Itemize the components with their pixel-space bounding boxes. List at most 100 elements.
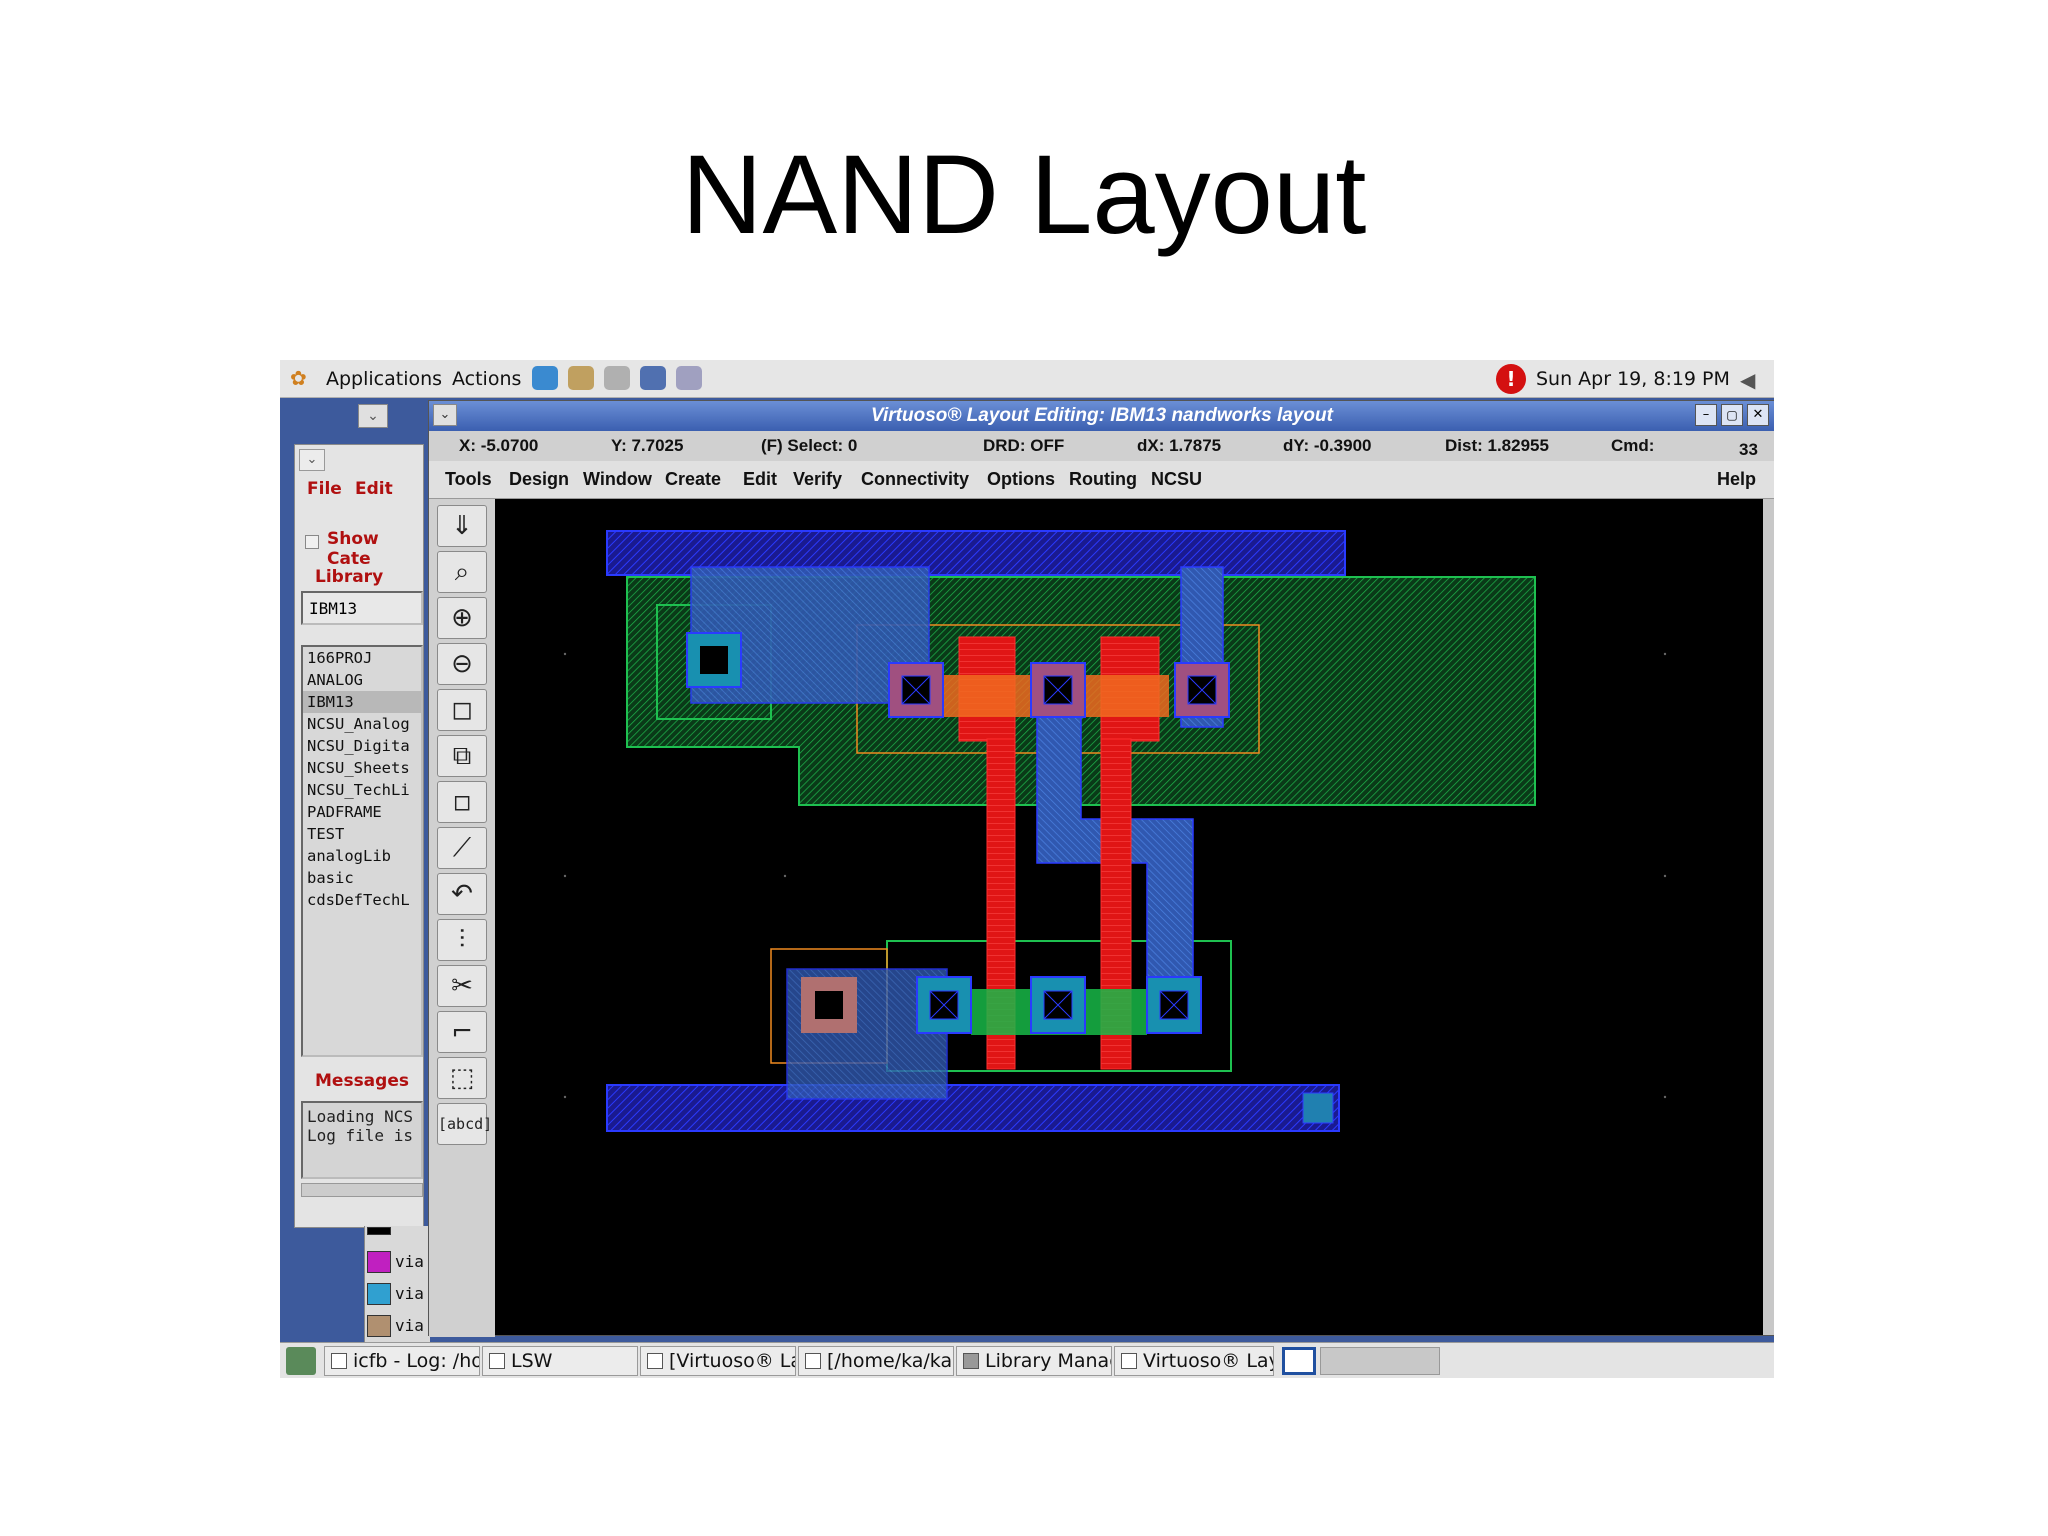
taskbar-item[interactable]: [/home/ka/kast7224 bbox=[798, 1346, 954, 1376]
library-list-item[interactable]: TEST bbox=[303, 823, 421, 845]
horizontal-scrollbar[interactable] bbox=[301, 1183, 423, 1197]
office-launcher-icon[interactable] bbox=[640, 366, 666, 390]
label-tool-button[interactable]: [abcd] bbox=[437, 1103, 492, 1145]
tool-palette: ⇓ ⌕ ⊕ ⊖ ◻ ⧉ ◽ ⟋ ↶ ⫶ ✂ ⌐ ⬚ [abcd] bbox=[429, 499, 495, 1337]
applications-menu[interactable]: Applications bbox=[326, 368, 442, 390]
menu-verify[interactable]: Verify bbox=[793, 469, 842, 490]
save-icon[interactable]: ⇓ bbox=[437, 505, 487, 547]
close-icon[interactable]: ✕ bbox=[1747, 404, 1769, 426]
layer-swatch bbox=[367, 1227, 391, 1235]
library-list-item[interactable]: ANALOG bbox=[303, 669, 421, 691]
fit-view-icon[interactable]: ⌕ bbox=[437, 551, 487, 593]
library-input[interactable]: IBM13 bbox=[301, 591, 423, 625]
window-title[interactable]: Virtuoso® Layout Editing: IBM13 nandwork… bbox=[429, 401, 1774, 431]
zoom-in-icon[interactable]: ⊕ bbox=[437, 597, 487, 639]
undo-icon[interactable]: ↶ bbox=[437, 873, 487, 915]
taskbar-item[interactable]: Library Manager: W bbox=[956, 1346, 1112, 1376]
message-line: Loading NCS bbox=[307, 1107, 413, 1126]
ruler-icon[interactable]: ⟋ bbox=[437, 827, 487, 869]
window-icon bbox=[647, 1353, 663, 1369]
workspace-switcher[interactable] bbox=[1282, 1347, 1316, 1375]
y-coordinate: Y: 7.7025 bbox=[611, 436, 684, 455]
menu-window[interactable]: Window bbox=[583, 469, 652, 490]
chevron-down-icon[interactable]: ⌄ bbox=[299, 449, 325, 471]
library-list-item[interactable]: PADFRAME bbox=[303, 801, 421, 823]
taskbar: icfb - Log: /home/ka LSW [Virtuoso® Layo… bbox=[280, 1342, 1774, 1378]
menu-edit[interactable]: Edit bbox=[743, 469, 777, 490]
volume-icon[interactable]: ◀ bbox=[1740, 368, 1755, 392]
layout-drawing[interactable] bbox=[495, 499, 1763, 1335]
select-icon[interactable]: ⬚ bbox=[437, 1057, 487, 1099]
applications-logo-icon: ✿ bbox=[290, 366, 307, 390]
drd-status: DRD: OFF bbox=[983, 436, 1065, 455]
library-list-item[interactable]: 166PROJ bbox=[303, 647, 421, 669]
maximize-icon[interactable]: ▢ bbox=[1721, 404, 1743, 426]
library-list-item[interactable]: analogLib bbox=[303, 845, 421, 867]
taskbar-item[interactable]: LSW bbox=[482, 1346, 638, 1376]
library-manager-icon bbox=[963, 1353, 979, 1369]
actions-menu[interactable]: Actions bbox=[452, 368, 521, 390]
library-list[interactable]: 166PROJ ANALOG IBM13 NCSU_Analog NCSU_Digita… bbox=[301, 645, 423, 1057]
stretch-icon[interactable]: ◻ bbox=[437, 689, 487, 731]
workspace-switcher[interactable] bbox=[1320, 1347, 1440, 1375]
menu-tools[interactable]: Tools bbox=[445, 469, 492, 490]
editor-launcher-icon[interactable] bbox=[604, 366, 630, 390]
menu-options[interactable]: Options bbox=[987, 469, 1055, 490]
copy-icon[interactable]: ⧉ bbox=[437, 735, 487, 777]
library-list-item[interactable]: IBM13 bbox=[303, 691, 421, 713]
menu-bar: Tools Design Window Create Edit Verify C… bbox=[429, 461, 1774, 499]
library-list-item[interactable]: cdsDefTechL bbox=[303, 889, 421, 911]
cmd-number: 33 bbox=[1739, 440, 1758, 459]
vertical-scrollbar[interactable] bbox=[1763, 499, 1774, 1335]
menu-connectivity[interactable]: Connectivity bbox=[861, 469, 969, 490]
taskbar-item[interactable]: Virtuoso® Layout E bbox=[1114, 1346, 1274, 1376]
move-icon[interactable]: ◽ bbox=[437, 781, 487, 823]
print-launcher-icon[interactable] bbox=[676, 366, 702, 390]
show-categories-label: Show Cate bbox=[327, 529, 379, 569]
zoom-out-icon[interactable]: ⊖ bbox=[437, 643, 487, 685]
chevron-down-icon[interactable]: ⌄ bbox=[358, 404, 388, 428]
gnd-rail[interactable] bbox=[606, 1084, 1340, 1132]
window-icon bbox=[489, 1353, 505, 1369]
show-desktop-icon[interactable] bbox=[286, 1347, 316, 1375]
menu-design[interactable]: Design bbox=[509, 469, 569, 490]
library-list-item[interactable]: NCSU_Analog bbox=[303, 713, 421, 735]
path-icon[interactable]: ⌐ bbox=[437, 1011, 487, 1053]
menu-ncsu[interactable]: NCSU bbox=[1151, 469, 1202, 490]
library-list-item[interactable]: NCSU_Sheets bbox=[303, 757, 421, 779]
minimize-icon[interactable]: – bbox=[1695, 404, 1717, 426]
library-manager-window: ⌄ File Edit Show Cate Library IBM13 166P… bbox=[294, 444, 424, 1228]
delete-icon[interactable]: ✂ bbox=[437, 965, 487, 1007]
show-categories-checkbox[interactable] bbox=[305, 535, 319, 549]
select-count: (F) Select: 0 bbox=[761, 436, 858, 455]
file-menu[interactable]: File bbox=[307, 479, 342, 499]
cmd-label: Cmd: bbox=[1611, 436, 1655, 455]
taskbar-item[interactable]: icfb - Log: /home/ka bbox=[324, 1346, 480, 1376]
layer-swatch bbox=[367, 1315, 391, 1337]
layout-canvas[interactable] bbox=[495, 499, 1763, 1335]
lsw-layer-row[interactable]: via bbox=[365, 1312, 431, 1340]
property-icon[interactable]: ⫶ bbox=[437, 919, 487, 961]
menu-create[interactable]: Create bbox=[665, 469, 721, 490]
x-coordinate: X: -5.0700 bbox=[459, 436, 539, 455]
lsw-layer-row[interactable]: via bbox=[365, 1280, 431, 1308]
layer-swatch bbox=[367, 1251, 391, 1273]
menu-routing[interactable]: Routing bbox=[1069, 469, 1137, 490]
status-bar: X: -5.0700 Y: 7.7025 (F) Select: 0 DRD: … bbox=[429, 431, 1774, 461]
browser-launcher-icon[interactable] bbox=[532, 366, 558, 390]
mail-launcher-icon[interactable] bbox=[568, 366, 594, 390]
clock[interactable]: Sun Apr 19, 8:19 PM bbox=[1536, 368, 1730, 390]
dy-value: dY: -0.3900 bbox=[1283, 436, 1372, 455]
library-list-item[interactable]: NCSU_TechLi bbox=[303, 779, 421, 801]
library-label: Library bbox=[315, 567, 384, 587]
window-menu-icon[interactable]: ⌄ bbox=[433, 404, 457, 426]
top-panel: ✿ Applications Actions ! Sun Apr 19, 8:1… bbox=[280, 360, 1774, 398]
menu-help[interactable]: Help bbox=[1717, 469, 1756, 490]
alert-icon[interactable]: ! bbox=[1496, 364, 1526, 394]
window-icon bbox=[805, 1353, 821, 1369]
edit-menu[interactable]: Edit bbox=[355, 479, 393, 499]
library-list-item[interactable]: NCSU_Digita bbox=[303, 735, 421, 757]
taskbar-item[interactable]: [Virtuoso® Layout E bbox=[640, 1346, 796, 1376]
lsw-layer-row[interactable]: via bbox=[365, 1248, 431, 1276]
library-list-item[interactable]: basic bbox=[303, 867, 421, 889]
